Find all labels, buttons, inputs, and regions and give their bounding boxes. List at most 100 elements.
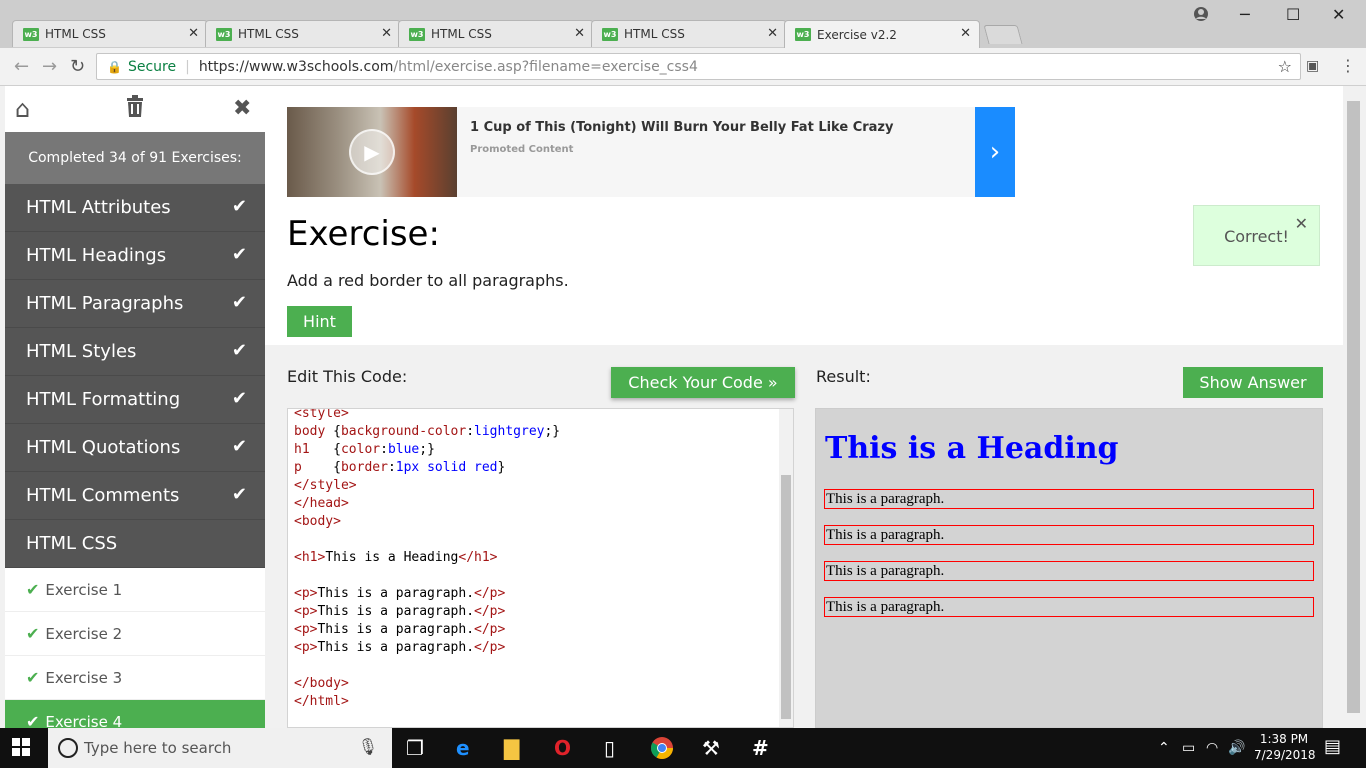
sidebar-item-label: HTML Comments: [26, 485, 180, 506]
sidebar-item-label: HTML CSS: [26, 533, 118, 554]
browser-toolbar: ← → ↻ 🔒 Secure | https://www.w3schools.c…: [0, 48, 1366, 86]
w3schools-favicon-icon: w3: [216, 27, 232, 41]
checkmark-icon: ✔: [231, 244, 247, 265]
result-paragraph: This is a paragraph.: [824, 489, 1314, 509]
task-view-icon[interactable]: ❐: [406, 736, 424, 760]
url-host: https://www.w3schools.com: [198, 58, 394, 75]
tab-close-icon[interactable]: ✕: [767, 26, 778, 41]
chevron-up-icon[interactable]: ⌃: [1158, 740, 1170, 756]
page-scrollbar[interactable]: [1343, 86, 1366, 728]
window-close-icon[interactable]: ✕: [1332, 5, 1345, 24]
w3schools-favicon-icon: w3: [409, 27, 425, 41]
sidebar-item-html-paragraphs[interactable]: HTML Paragraphs ✔: [5, 280, 265, 328]
sidebar-item-html-styles[interactable]: HTML Styles ✔: [5, 328, 265, 376]
sidebar-item-label: HTML Formatting: [26, 389, 181, 410]
sidebar-item-html-css[interactable]: HTML CSS: [5, 520, 265, 568]
back-icon[interactable]: ←: [14, 56, 29, 77]
checkmark-icon: ✔: [26, 580, 40, 599]
exercise-label: Exercise 2: [45, 624, 123, 643]
checkmark-icon: ✔: [231, 436, 247, 457]
sidebar-item-html-quotations[interactable]: HTML Quotations ✔: [5, 424, 265, 472]
close-sidebar-icon[interactable]: ✖: [233, 96, 251, 121]
browser-tab[interactable]: w3 HTML CSS ✕: [591, 20, 787, 47]
menu-icon[interactable]: ⋮: [1340, 56, 1356, 75]
windows-start-icon[interactable]: [12, 738, 30, 761]
microphone-icon[interactable]: 🎙: [358, 737, 378, 756]
windows-taskbar: Type here to search 🎙 ❐ e ▇ O ▯ ⚒ # ⌃ ▭ …: [0, 728, 1366, 768]
show-answer-button[interactable]: Show Answer: [1183, 367, 1323, 398]
file-explorer-icon[interactable]: ▇: [504, 736, 519, 760]
slack-icon[interactable]: #: [752, 736, 769, 760]
volume-icon[interactable]: 🔊: [1228, 740, 1245, 756]
clock-time: 1:38 PM: [1259, 732, 1309, 746]
trash-icon[interactable]: [125, 95, 145, 123]
checkmark-icon: ✔: [26, 712, 40, 728]
url-text: https://www.w3schools.com/html/exercise.…: [199, 59, 698, 75]
editor-scroll-thumb[interactable]: [781, 475, 791, 719]
notepad-icon[interactable]: ▯: [604, 736, 615, 760]
checkmark-icon: ✔: [231, 484, 247, 505]
reload-icon[interactable]: ↻: [70, 56, 85, 77]
new-tab-button[interactable]: [983, 25, 1023, 44]
ad-thumbnail[interactable]: ▶: [287, 107, 457, 197]
exercise-item-1[interactable]: ✔ Exercise 1: [5, 568, 265, 612]
checkmark-icon: ✔: [26, 668, 40, 687]
tab-close-icon[interactable]: ✕: [381, 26, 392, 41]
editor-scrollbar[interactable]: [779, 409, 793, 727]
url-path: /html/exercise.asp?filename=exercise_css…: [393, 58, 698, 75]
browser-tab[interactable]: w3 HTML CSS ✕: [205, 20, 401, 47]
tab-close-icon[interactable]: ✕: [574, 26, 585, 41]
close-alert-icon[interactable]: ✕: [1295, 214, 1308, 233]
taskbar-search[interactable]: Type here to search 🎙: [48, 728, 392, 768]
opera-icon[interactable]: O: [554, 736, 571, 760]
w3schools-favicon-icon: w3: [602, 27, 618, 41]
exercise-item-4[interactable]: ✔ Exercise 4: [5, 700, 265, 728]
code-text[interactable]: <style> body {background-color:lightgrey…: [294, 409, 560, 711]
bookmark-star-icon[interactable]: ☆: [1278, 57, 1292, 76]
play-icon[interactable]: ▶: [349, 129, 395, 175]
maximize-icon[interactable]: ☐: [1286, 5, 1300, 24]
tab-close-icon[interactable]: ✕: [960, 26, 971, 41]
browser-tab-bar: w3 HTML CSS ✕ w3 HTML CSS ✕ w3 HTML CSS …: [0, 0, 1366, 48]
browser-tab-active[interactable]: w3 Exercise v2.2 ✕: [784, 20, 980, 48]
code-editor[interactable]: <style> body {background-color:lightgrey…: [287, 408, 794, 728]
chrome-icon[interactable]: [650, 736, 674, 765]
main-content: ▶ 1 Cup of This (Tonight) Will Burn Your…: [265, 86, 1343, 728]
exercise-workspace: Edit This Code: Check Your Code » Result…: [265, 345, 1343, 728]
tab-title: HTML CSS: [431, 27, 492, 41]
sidebar-item-html-attributes[interactable]: HTML Attributes ✔: [5, 184, 265, 232]
checkmark-icon: ✔: [26, 624, 40, 643]
sidebar-item-html-formatting[interactable]: HTML Formatting ✔: [5, 376, 265, 424]
edge-icon[interactable]: e: [456, 736, 470, 760]
chevron-right-icon[interactable]: ›: [975, 107, 1015, 197]
exercise-item-3[interactable]: ✔ Exercise 3: [5, 656, 265, 700]
result-label: Result:: [816, 367, 871, 386]
tools-icon[interactable]: ⚒: [702, 736, 720, 760]
profile-icon[interactable]: [1193, 6, 1209, 26]
ad-title[interactable]: 1 Cup of This (Tonight) Will Burn Your B…: [470, 120, 893, 135]
system-clock[interactable]: 1:38 PM 7/29/2018: [1254, 731, 1316, 763]
battery-icon[interactable]: ▭: [1182, 740, 1195, 756]
address-bar[interactable]: 🔒 Secure | https://www.w3schools.com/htm…: [96, 53, 1301, 80]
exercise-item-2[interactable]: ✔ Exercise 2: [5, 612, 265, 656]
wifi-icon[interactable]: ◠: [1206, 740, 1218, 756]
w3schools-favicon-icon: w3: [23, 27, 39, 41]
home-icon[interactable]: ⌂: [15, 95, 30, 123]
sidebar-item-html-headings[interactable]: HTML Headings ✔: [5, 232, 265, 280]
sidebar-item-label: HTML Attributes: [26, 197, 171, 218]
edit-code-label: Edit This Code:: [287, 367, 408, 386]
forward-icon[interactable]: →: [42, 56, 57, 77]
tab-close-icon[interactable]: ✕: [188, 26, 199, 41]
notifications-icon[interactable]: ▤: [1324, 736, 1341, 757]
ad-banner[interactable]: ▶ 1 Cup of This (Tonight) Will Burn Your…: [287, 107, 1015, 197]
browser-tab[interactable]: w3 HTML CSS ✕: [12, 20, 208, 47]
check-code-button[interactable]: Check Your Code »: [611, 367, 795, 398]
page-scroll-thumb[interactable]: [1347, 101, 1360, 713]
hint-button[interactable]: Hint: [287, 306, 352, 337]
extension-icon[interactable]: ▣: [1306, 58, 1319, 74]
sidebar-item-label: HTML Styles: [26, 341, 137, 362]
browser-tab[interactable]: w3 HTML CSS ✕: [398, 20, 594, 47]
sidebar-item-label: HTML Paragraphs: [26, 293, 184, 314]
minimize-icon[interactable]: ─: [1240, 5, 1250, 24]
sidebar-item-html-comments[interactable]: HTML Comments ✔: [5, 472, 265, 520]
